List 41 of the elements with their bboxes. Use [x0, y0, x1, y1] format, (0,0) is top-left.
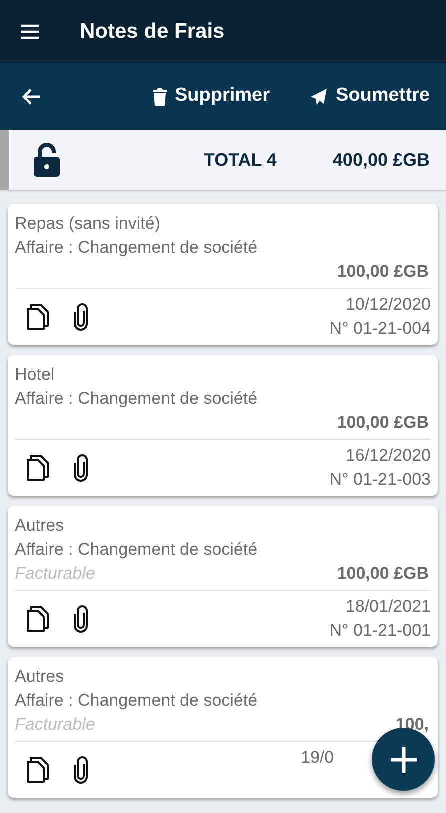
reference-number: N° 01-21-004	[330, 318, 431, 340]
amount-text: 100,00 £GB	[337, 412, 430, 434]
delete-button[interactable]: Supprimer	[153, 82, 270, 111]
category-text: Autres	[15, 666, 66, 688]
paperclip-icon[interactable]	[73, 454, 89, 482]
plus-icon	[390, 746, 418, 774]
billable-label: Facturable	[15, 714, 96, 736]
trash-icon	[153, 88, 167, 106]
billable-label: Facturable	[15, 563, 96, 585]
affair-text: Affaire : Changement de société	[15, 388, 259, 410]
affair-text: Affaire : Changement de société	[15, 237, 259, 259]
expense-card[interactable]: Autres Affaire : Changement de société Facturable 100,00 £GB 18/01/2021 N° 01-21-001	[8, 506, 438, 647]
date-text: 18/01/2021	[346, 596, 431, 618]
amount-text: 100,00 £GB	[337, 563, 430, 585]
date-text: 10/12/2020	[346, 294, 431, 316]
category-text: Autres	[15, 515, 66, 537]
submit-button[interactable]: Soumettre	[310, 82, 430, 111]
paperclip-icon[interactable]	[73, 756, 89, 784]
document-icon[interactable]	[27, 455, 49, 481]
document-icon[interactable]	[27, 304, 49, 330]
expense-card[interactable]: Repas (sans invité) Affaire : Changement de société 100,00 £GB 10/12/2020 N° 01-21-004	[8, 204, 438, 345]
category-text: Hotel	[15, 364, 56, 386]
unlocked-lock-icon[interactable]	[33, 142, 61, 178]
expense-card[interactable]: Hotel Affaire : Changement de société 100,00 £GB 16/12/2020 N° 01-21-003	[8, 355, 438, 496]
affair-text: Affaire : Changement de société	[15, 539, 259, 561]
reference-number: N° 01-21-001	[330, 620, 431, 642]
total-count: TOTAL 4	[204, 148, 277, 172]
total-amount: 400,00 £GB	[332, 148, 430, 172]
reference-number: N° 01-21-003	[330, 469, 431, 491]
app-title: Notes de Frais	[80, 18, 225, 45]
amount-text: 100,00 £GB	[337, 261, 430, 283]
affair-text: Affaire : Changement de société	[15, 690, 259, 712]
document-icon[interactable]	[27, 757, 49, 783]
menu-icon[interactable]	[20, 24, 40, 40]
category-text: Repas (sans invité)	[15, 213, 162, 235]
paper-plane-icon	[310, 88, 328, 106]
document-icon[interactable]	[27, 606, 49, 632]
date-text: 19/0	[301, 747, 334, 769]
paperclip-icon[interactable]	[73, 605, 89, 633]
paperclip-icon[interactable]	[73, 303, 89, 331]
date-text: 16/12/2020	[346, 445, 431, 467]
